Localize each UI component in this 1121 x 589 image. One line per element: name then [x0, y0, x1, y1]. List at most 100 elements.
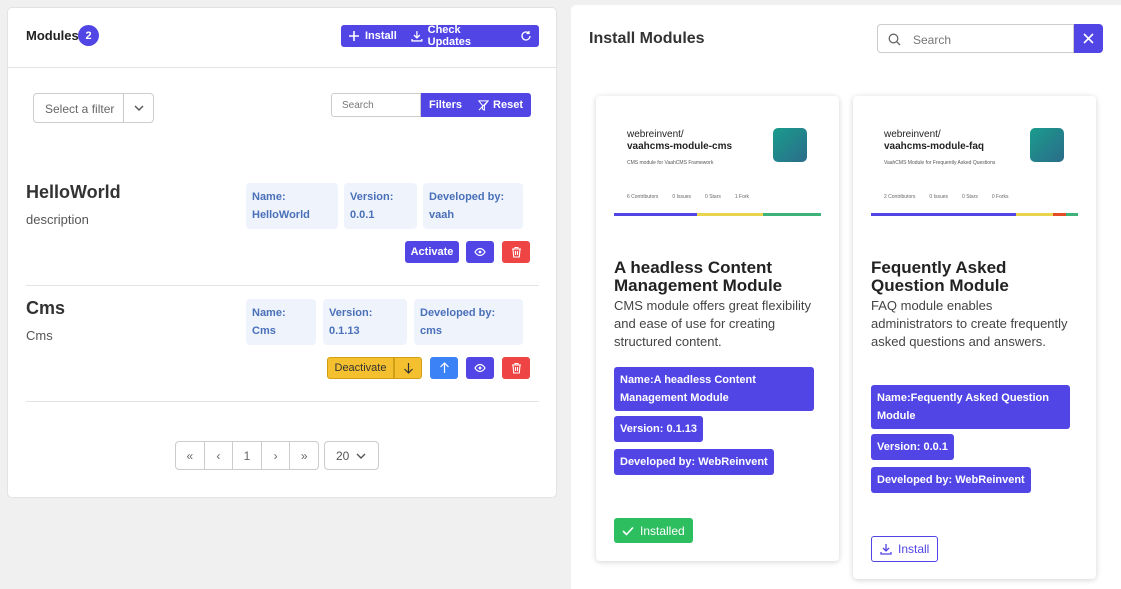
- version-label: Version:: [329, 307, 373, 319]
- install-module-button[interactable]: Install: [871, 536, 939, 562]
- card-title: A headless Content Management Module: [614, 258, 783, 295]
- name-label: Name:: [252, 307, 286, 319]
- install-search-placeholder: Search: [913, 33, 952, 47]
- module-divider: [26, 285, 539, 286]
- module-search-input[interactable]: Search: [331, 93, 422, 117]
- language-bar-segment: [1015, 213, 1054, 216]
- version-pill: Version: 0.1.13: [614, 416, 704, 442]
- repo-logo-icon: [1030, 128, 1064, 162]
- repo-stat: 0 Stars: [962, 194, 978, 200]
- repo-title: webreinvent/vaahcms-module-faq: [884, 129, 984, 153]
- version-label: Version:: [350, 191, 394, 203]
- module-version-box: Version: 0.1.13: [323, 299, 407, 345]
- filters-button-group: Filters Reset: [421, 93, 531, 117]
- filter-dropdown[interactable]: Select a filter: [33, 93, 154, 123]
- install-button-label: Install: [365, 30, 397, 42]
- chevron-down-icon: [356, 453, 366, 459]
- filters-button[interactable]: Filters: [421, 99, 470, 111]
- modules-header: Modules 2 Install Check Updates: [8, 8, 556, 68]
- language-bar: [614, 213, 821, 216]
- repo-subtitle: CMS module for VaahCMS Framework: [627, 160, 714, 166]
- module-version-box: Version: 0.0.1: [344, 183, 417, 229]
- repo-title: webreinvent/vaahcms-module-cms: [627, 129, 732, 153]
- module-name-box: Name: Cms: [246, 299, 316, 345]
- delete-button[interactable]: [502, 357, 530, 379]
- version-pill: Version: 0.0.1: [871, 434, 954, 460]
- rows-per-page-dropdown[interactable]: 20: [324, 441, 379, 470]
- paginator: « ‹ 1 › »: [175, 441, 319, 470]
- repo-stat: 1 Fork: [734, 194, 750, 200]
- eye-icon: [474, 363, 486, 373]
- language-bar-segment: [1065, 213, 1079, 216]
- check-icon: [622, 526, 634, 536]
- card-description: CMS module offers great flexibility and …: [614, 298, 812, 349]
- plus-icon: [349, 31, 359, 41]
- repo-banner-image: webreinvent/vaahcms-module-cms CMS modul…: [614, 106, 821, 223]
- refresh-button[interactable]: [513, 25, 539, 47]
- developer-pill: Developed by: WebReinvent: [871, 467, 1031, 493]
- trash-icon: [511, 246, 521, 258]
- view-button[interactable]: [466, 357, 494, 379]
- name-pill: Name:Fequently Asked Question Module: [871, 385, 1070, 429]
- install-button[interactable]: Install: [341, 25, 404, 47]
- install-search-input[interactable]: Search: [877, 24, 1074, 53]
- refresh-icon: [521, 31, 531, 41]
- language-bar: [871, 213, 1079, 216]
- module-divider: [26, 401, 539, 402]
- repo-subtitle: VaahCMS Module for Frequently Asked Ques…: [884, 160, 996, 166]
- language-bar-segment: [614, 213, 697, 216]
- download-icon: [880, 544, 892, 555]
- activate-button[interactable]: Activate: [405, 241, 459, 263]
- reset-button[interactable]: Reset: [470, 99, 531, 111]
- modules-title: Modules: [26, 28, 79, 43]
- module-name-box: Name: HelloWorld: [246, 183, 338, 229]
- upgrade-button[interactable]: [430, 357, 458, 379]
- next-page-button[interactable]: ›: [262, 442, 291, 469]
- modules-count-badge: 2: [78, 25, 99, 46]
- filter-slash-icon: [478, 99, 490, 111]
- arrow-down-icon: [403, 363, 413, 374]
- delete-button[interactable]: [502, 241, 530, 263]
- repo-owner: webreinvent/: [627, 129, 684, 140]
- version-value: 0.1.13: [329, 325, 360, 337]
- deactivate-button[interactable]: Deactivate: [327, 357, 394, 379]
- close-button[interactable]: [1074, 24, 1103, 53]
- rows-per-page-value: 20: [336, 448, 350, 463]
- language-bar-segment: [1053, 213, 1066, 216]
- installed-button-label: Installed: [640, 523, 685, 538]
- arrow-up-icon: [439, 362, 449, 373]
- check-updates-button[interactable]: Check Updates: [404, 24, 513, 48]
- repo-stats: 6 Contributors 0 Issues 0 Stars 1 Fork: [627, 194, 749, 200]
- view-button[interactable]: [466, 241, 494, 263]
- version-value: 0.0.1: [350, 209, 375, 221]
- repo-banner-image: webreinvent/vaahcms-module-faq VaahCMS M…: [871, 106, 1079, 223]
- developer-label: Developed by:: [420, 307, 496, 319]
- reset-button-label: Reset: [493, 99, 523, 111]
- repo-stat: 0 Issues: [929, 194, 949, 200]
- language-bar-segment: [871, 213, 1016, 216]
- language-bar-segment: [763, 213, 821, 216]
- module-developer-box: Developed by: vaah: [423, 183, 523, 229]
- update-dropdown-button[interactable]: [394, 357, 422, 379]
- chevron-down-icon: [134, 105, 144, 111]
- module-card: webreinvent/vaahcms-module-cms CMS modul…: [596, 96, 839, 561]
- repo-stat: 2 Contributors: [884, 194, 916, 200]
- repo-stat: 6 Contributors: [627, 194, 659, 200]
- name-value: HelloWorld: [252, 209, 310, 221]
- installed-button[interactable]: Installed: [614, 518, 693, 543]
- page-number-button[interactable]: 1: [233, 442, 262, 469]
- card-title: Fequently Asked Question Module: [871, 258, 1009, 295]
- prev-page-button[interactable]: ‹: [205, 442, 234, 469]
- first-page-button[interactable]: «: [176, 442, 205, 469]
- close-icon: [1083, 33, 1094, 44]
- developer-value: cms: [420, 325, 443, 337]
- developer-value: vaah: [429, 209, 455, 221]
- card-description: FAQ module enables administrators to cre…: [871, 298, 1068, 349]
- name-value: Cms: [252, 325, 276, 337]
- module-developer-box: Developed by: cms: [414, 299, 523, 345]
- install-modules-panel: Install Modules Search webreinvent/vaahc…: [571, 5, 1121, 589]
- repo-owner: webreinvent/: [884, 129, 941, 140]
- repo-stat: 0 Issues: [672, 194, 692, 200]
- check-updates-label: Check Updates: [427, 24, 472, 48]
- last-page-button[interactable]: »: [290, 442, 318, 469]
